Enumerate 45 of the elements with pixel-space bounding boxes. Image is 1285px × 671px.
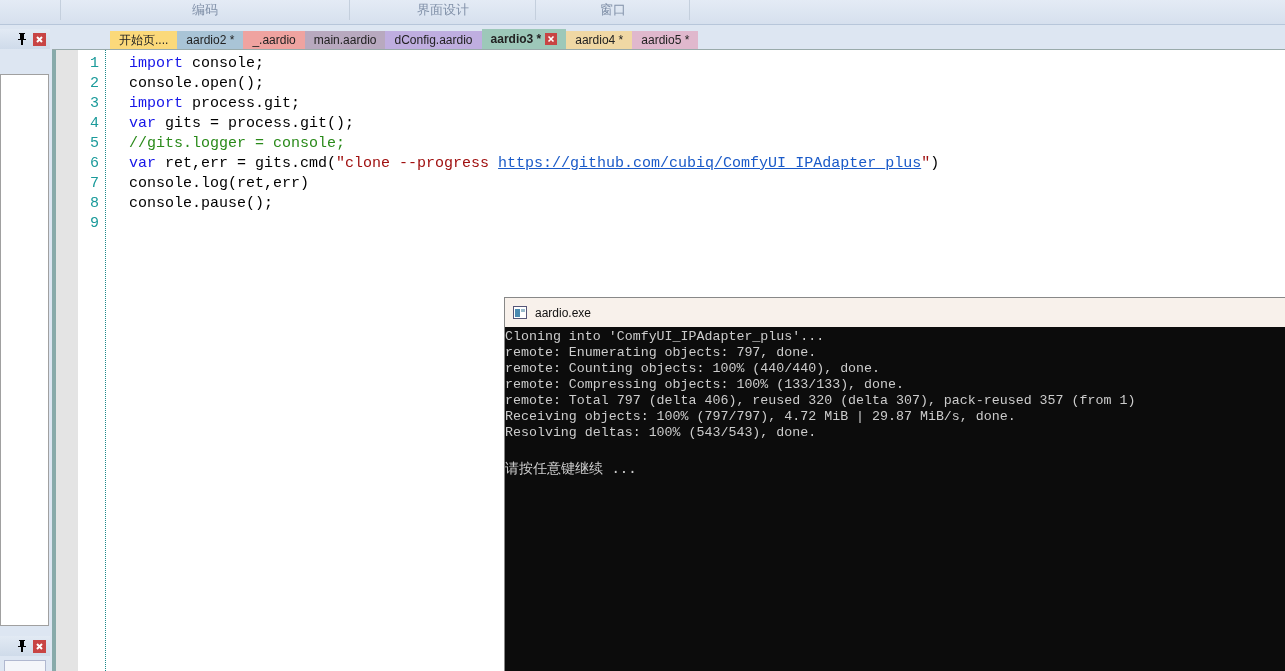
- console-output-line: remote: Counting objects: 100% (440/440), done.: [505, 361, 882, 377]
- code-line: import console;: [129, 55, 266, 74]
- console-output-line: remote: Compressing objects: 100% (133/133), done.: [505, 377, 905, 393]
- close-icon[interactable]: [33, 639, 46, 653]
- line-number: 9: [89, 215, 100, 234]
- close-icon[interactable]: [33, 32, 46, 46]
- file-tab[interactable]: _.aardio: [243, 31, 305, 49]
- console-output-line: remote: Total 797 (delta 406), reused 320 (delta 307), pack-reused 357 (from 1): [505, 393, 1137, 409]
- console-prompt-line: 请按任意键继续 ...: [505, 459, 638, 478]
- line-number: 6: [89, 155, 100, 174]
- line-number: 3: [89, 95, 100, 114]
- file-tab[interactable]: dConfig.aardio: [385, 31, 482, 49]
- code-line: import process.git;: [129, 95, 302, 114]
- ribbon-group-label: 窗口: [536, 0, 690, 20]
- file-tab[interactable]: 开始页....: [110, 31, 178, 49]
- code-line: console.open();: [129, 75, 266, 94]
- url-link[interactable]: https://github.com/cubiq/ComfyUI_IPAdapter_plus: [498, 155, 922, 172]
- line-number: 5: [89, 135, 100, 154]
- line-number: 4: [89, 115, 100, 134]
- file-tab[interactable]: aardio4 *: [566, 31, 633, 49]
- pin-icon[interactable]: [17, 640, 27, 652]
- ribbon-group-label: 编码: [61, 0, 350, 20]
- file-tab[interactable]: aardio2 *: [177, 31, 244, 49]
- close-icon[interactable]: [545, 33, 558, 45]
- console-output-line: Resolving deltas: 100% (543/543), done.: [505, 425, 818, 441]
- console-output-line: Cloning into 'ComfyUI_IPAdapter_plus'...: [505, 329, 826, 345]
- side-panel: [4, 660, 46, 671]
- line-number: 2: [89, 75, 100, 94]
- line-number: 1: [89, 55, 100, 74]
- code-line: //gits.logger = console;: [129, 135, 347, 154]
- console-output-line: remote: Enumerating objects: 797, done.: [505, 345, 818, 361]
- line-number: 7: [89, 175, 100, 194]
- ribbon-group-label: 界面设计: [350, 0, 536, 20]
- code-line: console.pause();: [129, 195, 275, 214]
- line-number: 8: [89, 195, 100, 214]
- pin-icon[interactable]: [17, 33, 27, 45]
- code-line: console.log(ret,err): [129, 175, 311, 194]
- code-line: var ret,err = gits.cmd("clone --progress https://github.com/cubiq/ComfyUI_IPAdapter_plus"): [129, 155, 940, 174]
- console-output-line: Receiving objects: 100% (797/797), 4.72 MiB | 29.87 MiB/s, done.: [505, 409, 1017, 425]
- window-title: aardio.exe: [535, 305, 592, 320]
- code-line: var gits = process.git();: [129, 115, 356, 134]
- console-app-icon: [513, 306, 527, 319]
- file-tab[interactable]: main.aardio: [304, 31, 386, 49]
- file-tab[interactable]: aardio5 *: [632, 31, 699, 49]
- file-tab[interactable]: aardio3 *: [481, 29, 567, 49]
